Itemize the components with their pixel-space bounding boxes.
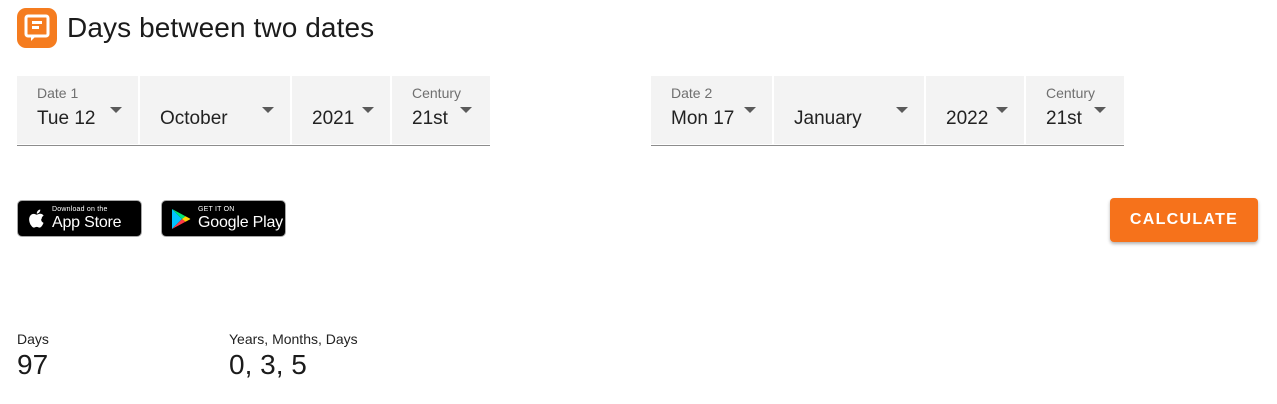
date1-century-label: Century xyxy=(412,85,462,101)
dropdown-arrow-icon xyxy=(896,107,908,113)
date2-year-value: 2022 xyxy=(946,108,989,129)
dropdown-arrow-icon xyxy=(460,107,472,113)
days-label: Days xyxy=(17,331,49,347)
date2-month-select[interactable]: January xyxy=(774,76,924,144)
date1-day-value: Tue 12 xyxy=(37,108,96,129)
google-play-badge[interactable]: GET IT ON Google Play xyxy=(161,200,286,237)
page-title: Days between two dates xyxy=(67,12,375,43)
google-play-big-text: Google Play xyxy=(198,214,283,231)
dropdown-arrow-icon xyxy=(996,107,1008,113)
dropdown-arrow-icon xyxy=(1094,107,1106,113)
header: Days between two dates xyxy=(17,8,374,48)
date2-day-select[interactable]: Date 2 Mon 17 xyxy=(651,76,772,144)
date2-label: Date 2 xyxy=(671,85,713,101)
dropdown-arrow-icon xyxy=(262,107,274,113)
ymd-value: 0, 3, 5 xyxy=(229,349,307,380)
dropdown-arrow-icon xyxy=(362,107,374,113)
page: Days between two dates Date 1 Tue 12 Oct… xyxy=(0,0,1277,404)
date1-year-value: 2021 xyxy=(312,108,355,129)
date2-month-value: January xyxy=(794,108,862,129)
days-result: Days 97 xyxy=(17,331,49,381)
ymd-result: Years, Months, Days 0, 3, 5 xyxy=(229,331,358,381)
date2-century-label: Century xyxy=(1046,85,1096,101)
date2-day-value: Mon 17 xyxy=(671,108,735,129)
date1-month-value: October xyxy=(160,108,228,129)
date1-group: Date 1 Tue 12 October 2021 Century 21st xyxy=(17,76,490,146)
date1-year-select[interactable]: 2021 xyxy=(292,76,390,144)
days-value: 97 xyxy=(17,349,49,380)
google-play-small-text: GET IT ON xyxy=(198,206,235,213)
google-play-icon xyxy=(171,208,191,230)
ymd-label: Years, Months, Days xyxy=(229,331,358,347)
dropdown-arrow-icon xyxy=(744,107,756,113)
app-store-badge[interactable]: Download on the App Store xyxy=(17,200,142,237)
date2-century-value: 21st xyxy=(1046,108,1082,129)
date1-label: Date 1 xyxy=(37,85,79,101)
calculate-button[interactable]: CALCULATE xyxy=(1110,198,1258,242)
app-store-small-text: Download on the xyxy=(52,206,108,213)
dropdown-arrow-icon xyxy=(110,107,122,113)
date1-day-select[interactable]: Date 1 Tue 12 xyxy=(17,76,138,144)
date1-century-select[interactable]: Century 21st xyxy=(392,76,490,144)
app-store-big-text: App Store xyxy=(52,214,122,231)
app-logo-icon xyxy=(17,8,57,48)
date2-century-select[interactable]: Century 21st xyxy=(1026,76,1124,144)
date1-month-select[interactable]: October xyxy=(140,76,290,144)
date1-century-value: 21st xyxy=(412,108,448,129)
date2-year-select[interactable]: 2022 xyxy=(926,76,1024,144)
date2-group: Date 2 Mon 17 January 2022 Century 21st xyxy=(651,76,1124,146)
apple-icon xyxy=(27,208,45,229)
